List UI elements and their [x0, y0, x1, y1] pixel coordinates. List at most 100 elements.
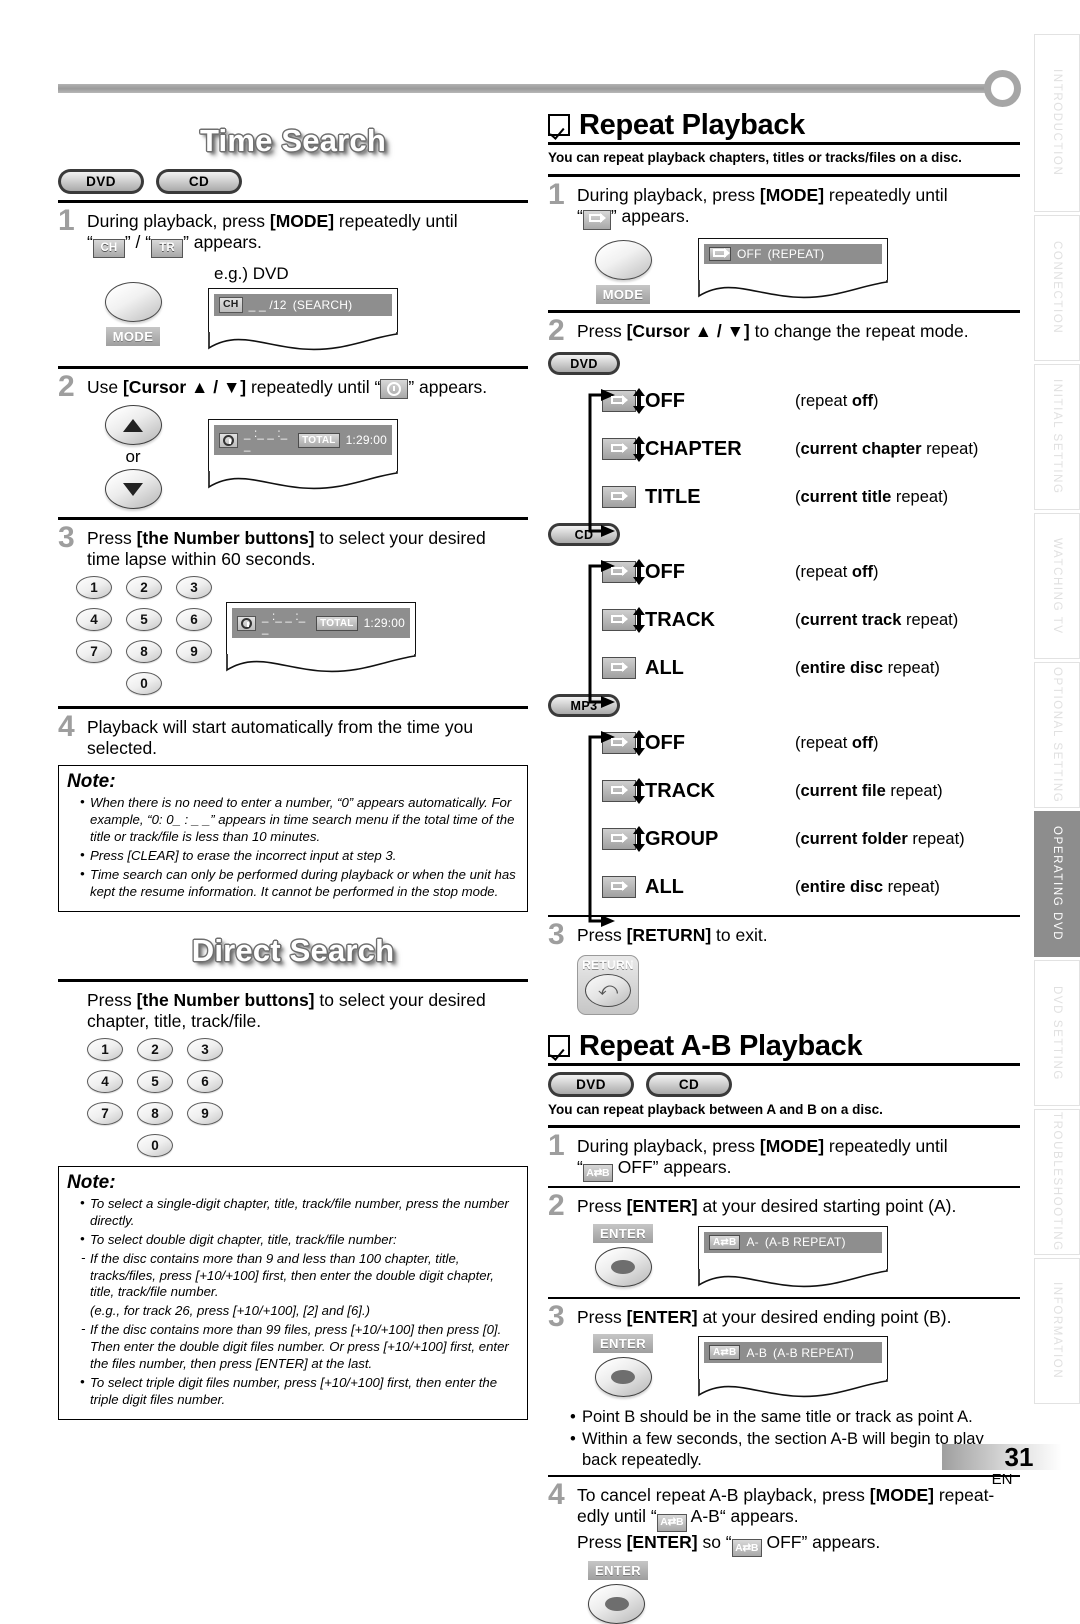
- tab-information[interactable]: INFORMATION: [1034, 1258, 1080, 1404]
- ab4-key: [MODE]: [869, 1485, 934, 1506]
- num-key-7[interactable]: 7: [76, 640, 112, 664]
- step-number: 2: [548, 1189, 565, 1223]
- num-key-1[interactable]: 1: [87, 1038, 123, 1062]
- tab-troubleshooting[interactable]: TROUBLESHOOTING: [1034, 1109, 1080, 1255]
- screen-wave: [208, 471, 398, 490]
- step2-tail: ” appears.: [408, 376, 488, 397]
- tab-watching-tv[interactable]: WATCHING TV: [1034, 513, 1080, 659]
- tab-operating-dvd[interactable]: OPERATING DVD: [1034, 811, 1080, 957]
- num-key-3[interactable]: 3: [187, 1038, 223, 1062]
- repeat-ab-step-3: 3 Press [ENTER] at your desired ending p…: [548, 1302, 1020, 1332]
- or-label: or: [125, 447, 141, 467]
- num-key-9[interactable]: 9: [176, 640, 212, 664]
- numpad-row: 4 5 6: [76, 608, 226, 632]
- ab2-pre: Press: [577, 1196, 627, 1217]
- osd-time: 1:29:00: [363, 616, 405, 631]
- ds-post: to select your desired: [314, 990, 486, 1011]
- tab-dvd-setting[interactable]: DVD SETTING: [1034, 960, 1080, 1106]
- repeat-osd-icon: [582, 209, 611, 230]
- step-text: Press [the Number buttons] to select you…: [87, 524, 486, 570]
- desc-bold: current file: [800, 781, 886, 800]
- ab-osd-icon: A⇄B: [731, 1538, 762, 1557]
- heading-repeat-playback: Repeat Playback: [548, 110, 1020, 146]
- num-key-5[interactable]: 5: [126, 608, 162, 632]
- num-key-1[interactable]: 1: [76, 576, 112, 600]
- enter-button[interactable]: [594, 1246, 652, 1287]
- enter-button[interactable]: [594, 1357, 652, 1398]
- updown-arrow-icon: [633, 778, 645, 805]
- updown-arrow-icon: [633, 730, 645, 757]
- right-column: Repeat Playback You can repeat playback …: [548, 110, 1020, 1624]
- mode-desc: (repeat off): [795, 734, 878, 753]
- num-key-8[interactable]: 8: [126, 640, 162, 664]
- osd-screen-time-2: _ :_ _ :_ _ TOTAL 1:29:00: [226, 602, 416, 680]
- return-button[interactable]: RETURN ⤺: [577, 954, 639, 1015]
- cursor-down-button[interactable]: [104, 469, 162, 510]
- step1-q3: ” appears.: [183, 232, 262, 253]
- num-key-6[interactable]: 6: [187, 1070, 223, 1094]
- num-key-0[interactable]: 0: [137, 1134, 173, 1158]
- cursor-up-button[interactable]: [104, 405, 162, 446]
- ab2-post: at your desired starting point (A).: [697, 1196, 957, 1217]
- desc-post: repeat): [891, 487, 949, 506]
- mode-button[interactable]: [104, 282, 162, 323]
- enter-button[interactable]: [588, 1583, 645, 1624]
- note-item: (e.g., for track 26, press [+10/+100], […: [90, 1303, 371, 1319]
- desc-post: ): [872, 733, 879, 752]
- tab-connection[interactable]: CONNECTION: [1034, 215, 1080, 361]
- osd-frame: CH _ _ /12 (SEARCH): [208, 288, 398, 332]
- osd-total-tag: TOTAL: [298, 432, 340, 448]
- desc-bold: off: [851, 562, 873, 581]
- osd-screen-ab-a: A⇄B A- (A-B REPEAT): [698, 1225, 888, 1295]
- screen-wave: [698, 279, 888, 299]
- ab3-post: at your desired ending point (B).: [697, 1306, 952, 1327]
- badge-dvd-repeat: DVD: [548, 352, 620, 376]
- rp3-post: to exit.: [711, 925, 768, 946]
- mode-button[interactable]: [594, 239, 652, 280]
- ab3-key: [ENTER]: [626, 1306, 698, 1327]
- tab-optional-setting[interactable]: OPTIONAL SETTING: [1034, 662, 1080, 808]
- bullet-item: • Point B should be in the same title or …: [570, 1408, 973, 1427]
- desc-bold: off: [851, 733, 873, 752]
- num-key-4[interactable]: 4: [76, 608, 112, 632]
- mode-desc: (current chapter repeat): [795, 440, 978, 459]
- divider: [548, 1186, 1020, 1189]
- direct-search-instruction: Press [the Number buttons] to select you…: [58, 986, 528, 1158]
- num-key-8[interactable]: 8: [137, 1102, 173, 1126]
- badge-dvd: DVD: [548, 1072, 634, 1098]
- osd-time: 1:29:00: [345, 433, 387, 448]
- osd-note: (A-B REPEAT): [764, 1235, 846, 1250]
- tab-label: CONNECTION: [1051, 241, 1063, 335]
- numpad-row: 0: [76, 672, 226, 696]
- num-key-0[interactable]: 0: [126, 672, 162, 696]
- note-item: Press [CLEAR] to erase the incorrect inp…: [80, 847, 519, 865]
- num-key-2[interactable]: 2: [126, 576, 162, 600]
- step-text: Press [ENTER] at your desired ending poi…: [577, 1303, 951, 1328]
- osd-ab-tag: A⇄B: [709, 1345, 741, 1361]
- num-key-4[interactable]: 4: [87, 1070, 123, 1094]
- desc-bold: current folder: [800, 829, 908, 848]
- num-key-9[interactable]: 9: [187, 1102, 223, 1126]
- step1-q2: ” / “: [124, 232, 152, 253]
- divider: [548, 309, 1020, 313]
- num-key-6[interactable]: 6: [176, 608, 212, 632]
- mode-label: ALL: [645, 875, 684, 898]
- num-key-5[interactable]: 5: [137, 1070, 173, 1094]
- ab4-post: repeat-: [933, 1485, 995, 1506]
- num-key-7[interactable]: 7: [87, 1102, 123, 1126]
- ab1-q2: OFF” appears.: [612, 1157, 732, 1178]
- step1-post: repeatedly until: [334, 211, 458, 232]
- num-key-2[interactable]: 2: [137, 1038, 173, 1062]
- repeat-ab-badges: DVD CD: [548, 1072, 1020, 1098]
- repeat-step-1: 1 During playback, press [MODE] repeated…: [548, 180, 1020, 230]
- num-key-3[interactable]: 3: [176, 576, 212, 600]
- header-rule: [58, 84, 1010, 93]
- repeat-step-2: 2 Press [Cursor ▲ / ▼] to change the rep…: [548, 316, 1020, 346]
- mode-label: OFF: [645, 731, 685, 754]
- tab-initial-setting[interactable]: INITIAL SETTING: [1034, 364, 1080, 510]
- screen-wave: [208, 331, 398, 351]
- example-label: e.g.) DVD: [214, 264, 289, 284]
- step-text: During playback, press [MODE] repeatedly…: [87, 207, 458, 259]
- osd-value: _ _ /12: [248, 298, 287, 313]
- tab-introduction[interactable]: INTRODUCTION: [1034, 34, 1080, 212]
